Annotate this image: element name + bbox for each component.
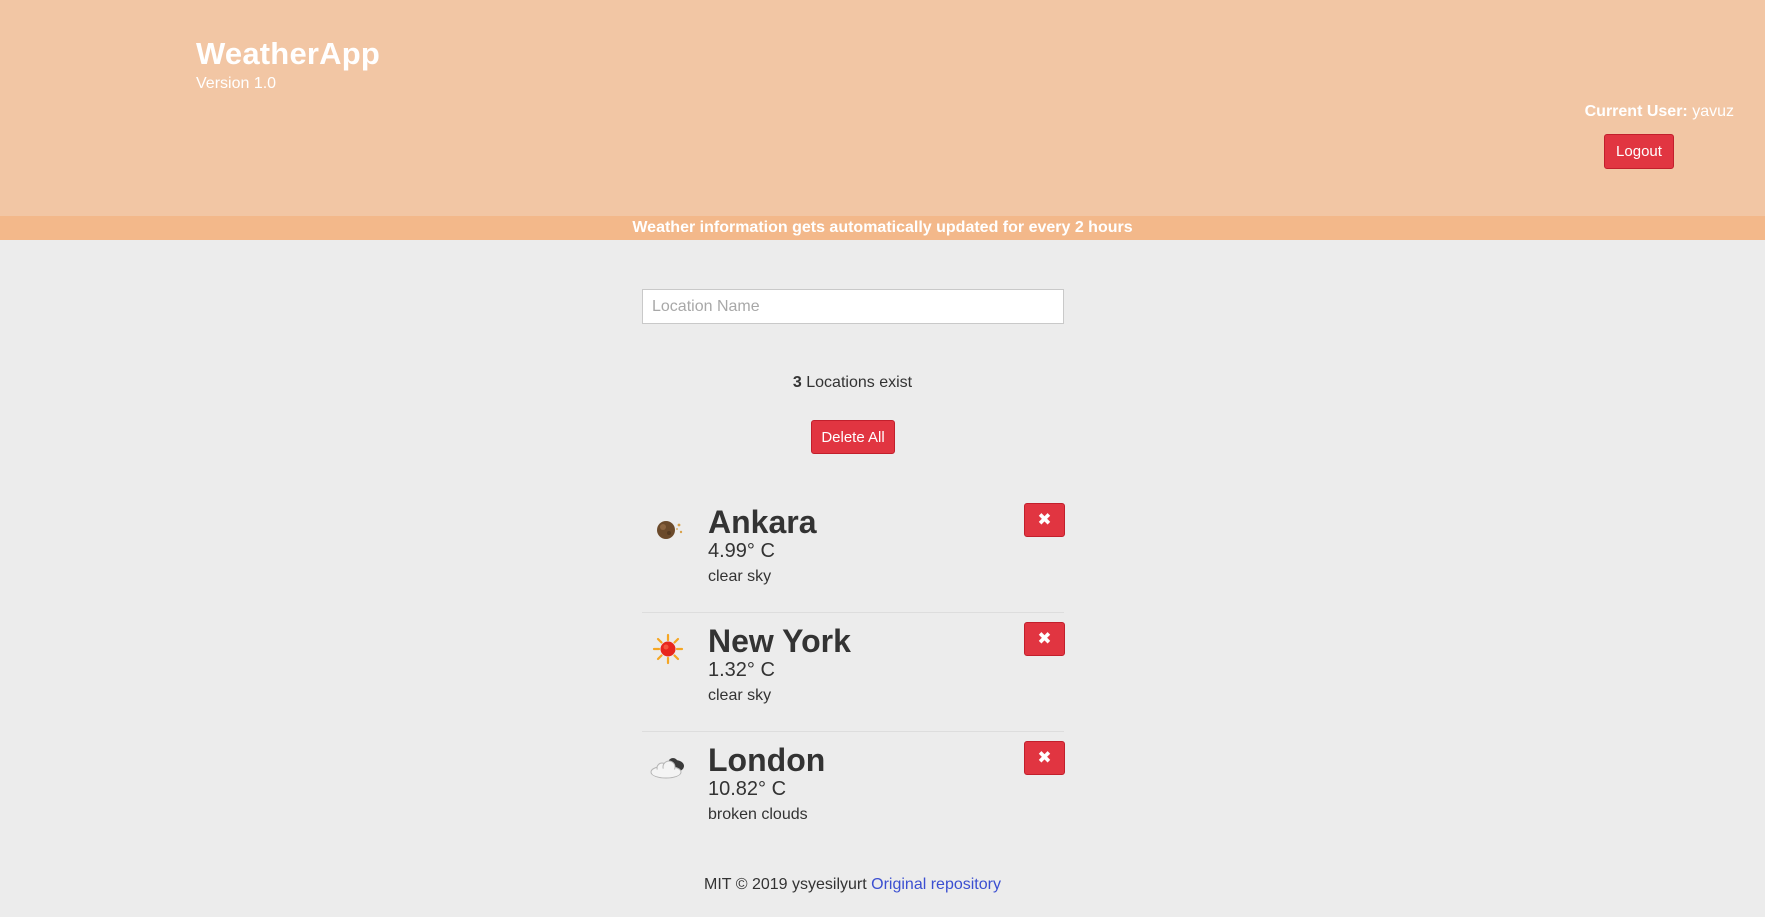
delete-all-button[interactable]: Delete All bbox=[811, 420, 895, 454]
location-name: Ankara bbox=[708, 504, 817, 540]
cloud-icon bbox=[648, 746, 690, 788]
locations-count: 3 Locations exist bbox=[0, 374, 1705, 392]
location-description: broken clouds bbox=[708, 806, 808, 823]
location-item: Ankara 4.99° C clear sky ✖ bbox=[642, 494, 1065, 613]
location-name: New York bbox=[708, 623, 851, 659]
app-version: Version 1.0 bbox=[196, 75, 277, 92]
location-item: London 10.82° C broken clouds ✖ bbox=[642, 732, 1065, 851]
location-item: New York 1.32° C clear sky ✖ bbox=[642, 613, 1065, 732]
footer-copyright: MIT © 2019 ysyesilyurt bbox=[704, 876, 867, 893]
location-temperature: 4.99° C bbox=[708, 540, 775, 562]
location-description: clear sky bbox=[708, 687, 772, 704]
location-temperature: 10.82° C bbox=[708, 778, 787, 800]
logout-button[interactable]: Logout bbox=[1604, 134, 1674, 169]
locations-list: Ankara 4.99° C clear sky ✖ New York 1.32… bbox=[642, 494, 1065, 851]
remove-location-button[interactable]: ✖ bbox=[1024, 503, 1065, 537]
remove-location-button[interactable]: ✖ bbox=[1024, 741, 1065, 775]
original-repository-link[interactable]: Original repository bbox=[871, 876, 1001, 893]
locations-count-text: Locations exist bbox=[806, 374, 913, 391]
current-user-name: yavuz bbox=[1692, 103, 1734, 120]
update-info-banner: Weather information gets automatically u… bbox=[0, 216, 1765, 240]
app-title: WeatherApp bbox=[196, 36, 381, 71]
location-description: clear sky bbox=[708, 568, 772, 585]
app-header: WeatherApp Version 1.0 Current User: yav… bbox=[0, 0, 1765, 216]
location-temperature: 1.32° C bbox=[708, 659, 775, 681]
current-user-label: Current User: bbox=[1584, 103, 1688, 120]
current-user-info: Current User: yavuz bbox=[1585, 103, 1734, 121]
sun-icon bbox=[648, 627, 690, 669]
remove-location-button[interactable]: ✖ bbox=[1024, 622, 1065, 656]
locations-count-number: 3 bbox=[792, 374, 802, 391]
moon-icon bbox=[648, 508, 690, 550]
location-search-input[interactable] bbox=[642, 289, 1064, 324]
location-name: London bbox=[708, 742, 826, 778]
page-footer: MIT © 2019 ysyesilyurt Original reposito… bbox=[0, 876, 1705, 894]
